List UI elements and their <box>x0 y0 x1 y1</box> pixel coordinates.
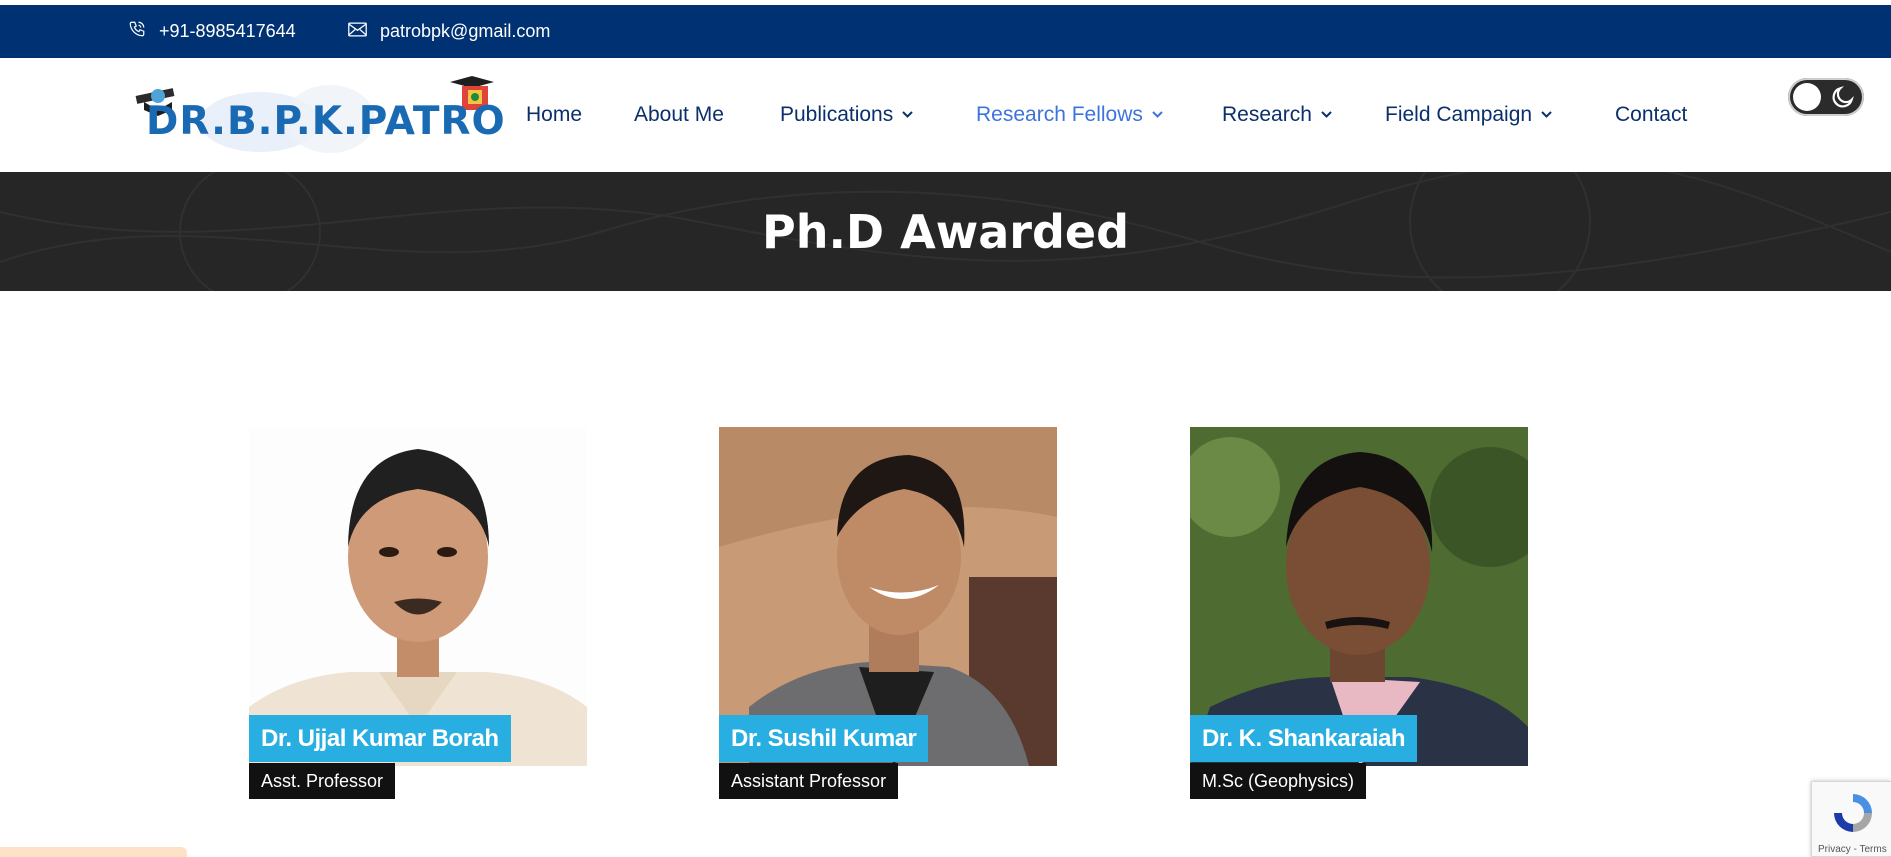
site-logo[interactable]: DR.B.P.K.PATRO <box>130 74 505 164</box>
person-name: Dr. Ujjal Kumar Borah <box>249 715 511 762</box>
chevron-down-icon <box>1541 111 1552 118</box>
nav-label: Research <box>1222 103 1312 126</box>
recaptcha-badge[interactable]: Privacy - Terms <box>1811 781 1891 857</box>
nav-field-campaign[interactable]: Field Campaign <box>1385 58 1552 172</box>
nav-about-me[interactable]: About Me <box>634 58 724 172</box>
person-role: Asst. Professor <box>249 763 396 799</box>
page-title: Ph.D Awarded <box>761 204 1129 259</box>
phone-number: +91-8985417644 <box>159 21 296 41</box>
person-card[interactable]: Dr. K. Shankaraiah M.Sc (Geophysics) <box>1190 427 1528 799</box>
nav-research-fellows[interactable]: Research Fellows <box>976 58 1163 172</box>
person-name: Dr. Sushil Kumar <box>719 715 929 762</box>
nav-label: Contact <box>1615 103 1688 126</box>
dark-mode-toggle[interactable] <box>1788 78 1864 116</box>
person-card[interactable]: Dr. Sushil Kumar Assistant Professor <box>719 427 1057 799</box>
email-contact[interactable]: patrobpk@gmail.com <box>348 5 550 58</box>
person-name: Dr. K. Shankaraiah <box>1190 715 1418 762</box>
toggle-knob <box>1793 83 1821 111</box>
mail-icon <box>348 21 380 42</box>
nav-label: Home <box>526 103 583 126</box>
person-role: Assistant Professor <box>719 763 899 799</box>
nav-label: About Me <box>634 103 724 126</box>
nav-contact[interactable]: Contact <box>1615 58 1687 172</box>
logo-wordmark: DR.B.P.K.PATRO <box>146 99 504 144</box>
browser-status-tooltip <box>0 847 187 857</box>
nav-publications[interactable]: Publications <box>780 58 913 172</box>
person-card[interactable]: Dr. Ujjal Kumar Borah Asst. Professor <box>249 427 587 799</box>
nav-home[interactable]: Home <box>526 58 582 172</box>
nav-research[interactable]: Research <box>1222 58 1332 172</box>
chevron-down-icon <box>902 111 913 118</box>
phone-contact[interactable]: +91-8985417644 <box>128 5 296 58</box>
chevron-down-icon <box>1152 111 1163 118</box>
chevron-down-icon <box>1321 111 1332 118</box>
moon-icon <box>1832 86 1854 108</box>
nav-label: Research Fellows <box>976 103 1143 126</box>
recaptcha-links[interactable]: Privacy - Terms <box>1818 844 1887 855</box>
recaptcha-icon <box>1834 794 1872 832</box>
site-header: DR.B.P.K.PATRO Home About Me Publication… <box>0 58 1891 172</box>
phone-icon <box>128 20 159 43</box>
nav-label: Field Campaign <box>1385 103 1533 126</box>
top-contact-bar: +91-8985417644 patrobpk@gmail.com <box>0 5 1891 58</box>
email-address: patrobpk@gmail.com <box>380 21 551 41</box>
page-hero-banner: Ph.D Awarded <box>0 172 1891 291</box>
person-role: M.Sc (Geophysics) <box>1190 763 1367 799</box>
nav-label: Publications <box>780 103 894 126</box>
